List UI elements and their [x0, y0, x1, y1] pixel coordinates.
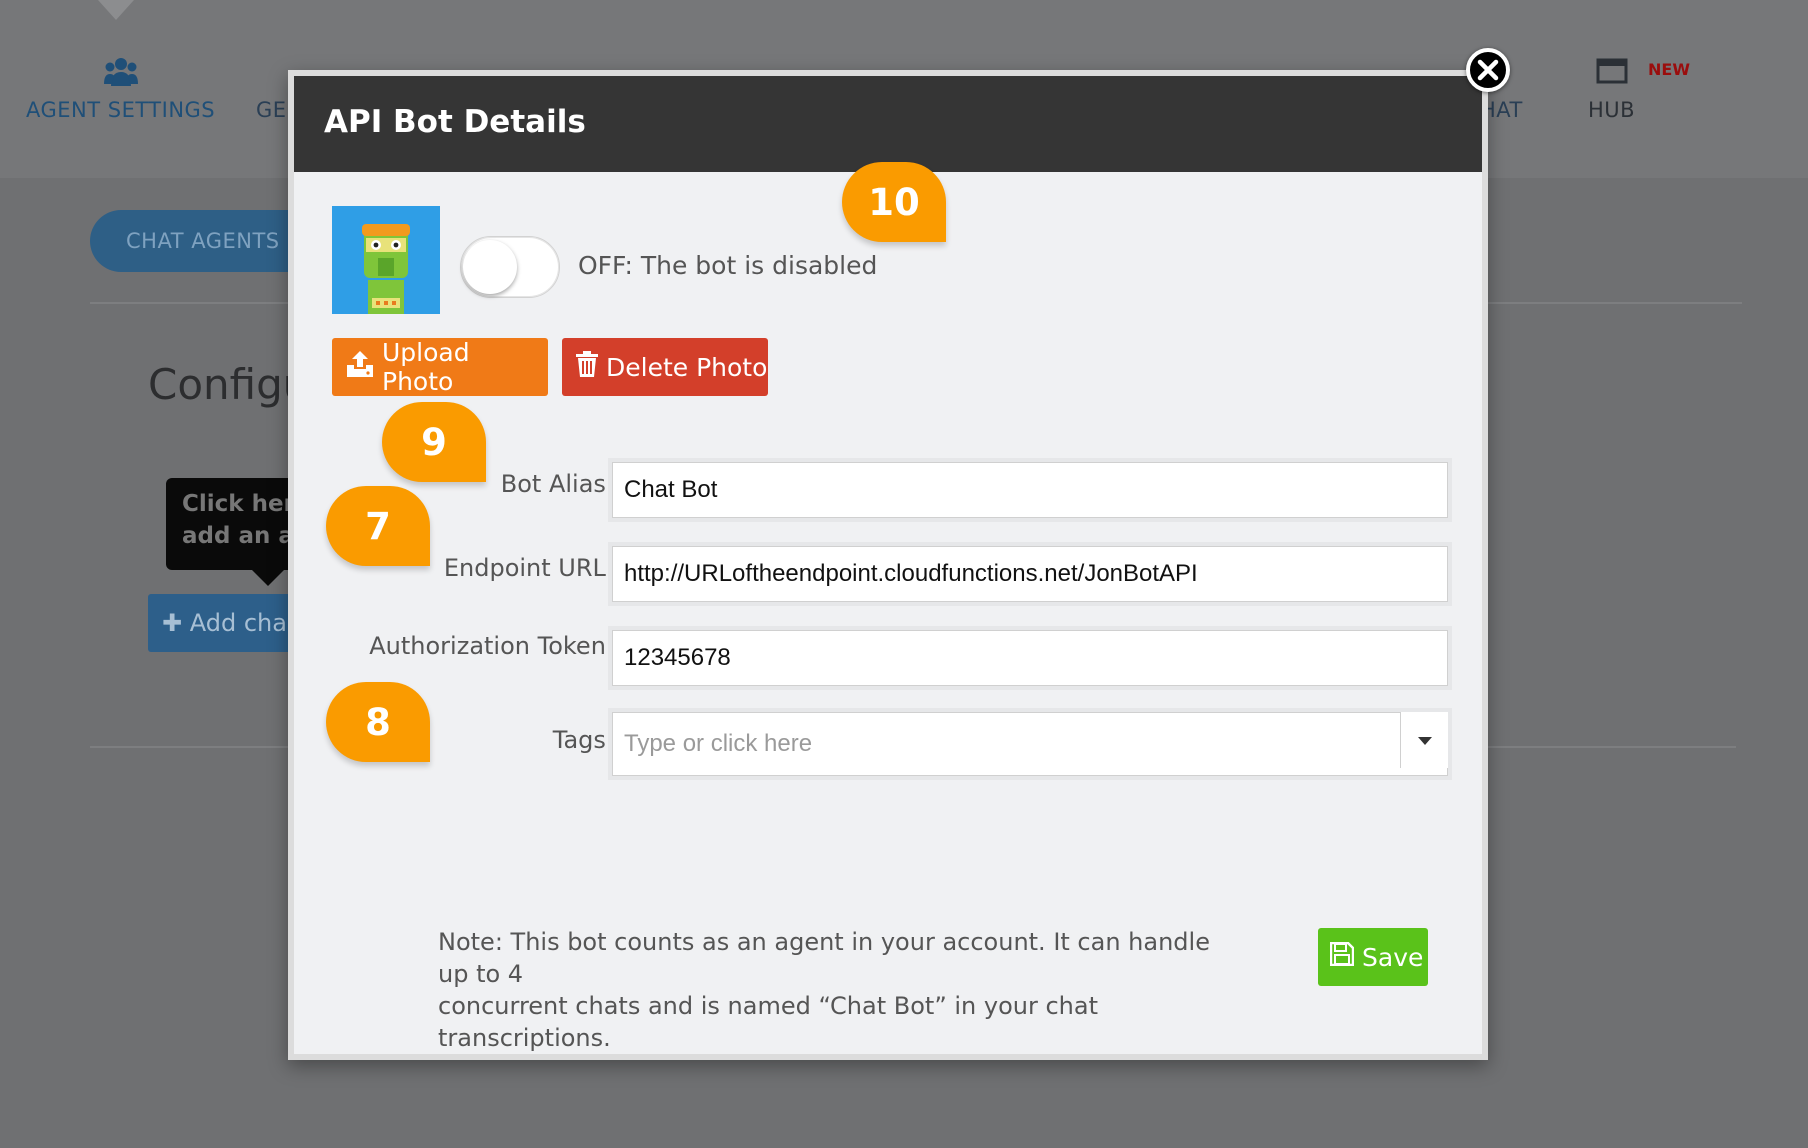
nav-ge-label: GE: [256, 98, 287, 122]
upload-icon: [346, 351, 374, 383]
nav-hub[interactable]: HUB NEW: [1588, 56, 1690, 122]
new-badge: NEW: [1648, 60, 1690, 79]
tooltip-line-2: add an a: [182, 523, 294, 549]
callout-9: 9: [382, 402, 486, 482]
callout-10: 10: [842, 162, 946, 242]
tooltip-line-1: Click her: [182, 491, 295, 517]
note-line-1: Note: This bot counts as an agent in you…: [438, 928, 1210, 988]
delete-photo-button[interactable]: Delete Photo: [562, 338, 768, 396]
bot-avatar: [332, 206, 440, 314]
note-line-2: concurrent chats and is named “Chat Bot”…: [438, 992, 1098, 1052]
tags-field-wrap: Type or click here: [608, 708, 1452, 780]
close-icon: [1477, 59, 1499, 81]
tooltip-arrow: [252, 570, 284, 586]
toggle-knob[interactable]: [463, 240, 517, 294]
tags-input[interactable]: Type or click here: [612, 712, 1448, 776]
plus-icon: ✚: [162, 609, 190, 637]
code-icon: [256, 56, 287, 92]
close-modal-button[interactable]: [1466, 48, 1510, 92]
nav-hub-label: HUB: [1588, 98, 1636, 122]
delete-photo-label: Delete Photo: [606, 352, 768, 382]
modal-title: API Bot Details: [324, 104, 586, 140]
auth-token-field-wrap: 12345678: [608, 626, 1452, 690]
add-button-label: Add cha: [189, 609, 287, 637]
chevron-down-icon[interactable]: [1400, 712, 1448, 768]
bot-enabled-toggle[interactable]: [460, 236, 560, 298]
endpoint-url-field-wrap: http://URLoftheendpoint.cloudfunctions.n…: [608, 542, 1452, 606]
endpoint-url-input[interactable]: http://URLoftheendpoint.cloudfunctions.n…: [612, 546, 1448, 602]
modal-header: API Bot Details: [294, 76, 1482, 172]
auth-token-input[interactable]: 12345678: [612, 630, 1448, 686]
active-nav-caret: [98, 0, 134, 20]
add-chat-agent-button[interactable]: ✚ Add cha: [148, 594, 308, 652]
nav-ge-partial[interactable]: GE: [256, 56, 287, 122]
window-icon: [1588, 56, 1635, 92]
save-button[interactable]: Save: [1318, 928, 1428, 986]
users-icon: [26, 56, 215, 92]
bot-alias-input[interactable]: Chat Bot: [612, 462, 1448, 518]
trash-icon: [576, 351, 598, 383]
toggle-status-text: OFF: The bot is disabled: [578, 251, 878, 280]
bot-alias-field-wrap: Chat Bot: [608, 458, 1452, 522]
bot-note: Note: This bot counts as an agent in you…: [438, 926, 1218, 1054]
upload-photo-button[interactable]: Upload Photo: [332, 338, 548, 396]
save-label: Save: [1362, 942, 1424, 972]
nav-agent-settings-label: AGENT SETTINGS: [26, 98, 216, 122]
auth-token-label: Authorization Token:: [369, 632, 614, 660]
page-title: Configu: [148, 360, 310, 409]
callout-8: 8: [326, 682, 430, 762]
upload-photo-label: Upload Photo: [382, 338, 470, 396]
nav-agent-settings[interactable]: AGENT SETTINGS: [26, 56, 215, 122]
callout-7: 7: [326, 486, 430, 566]
floppy-disk-icon: [1329, 941, 1355, 972]
